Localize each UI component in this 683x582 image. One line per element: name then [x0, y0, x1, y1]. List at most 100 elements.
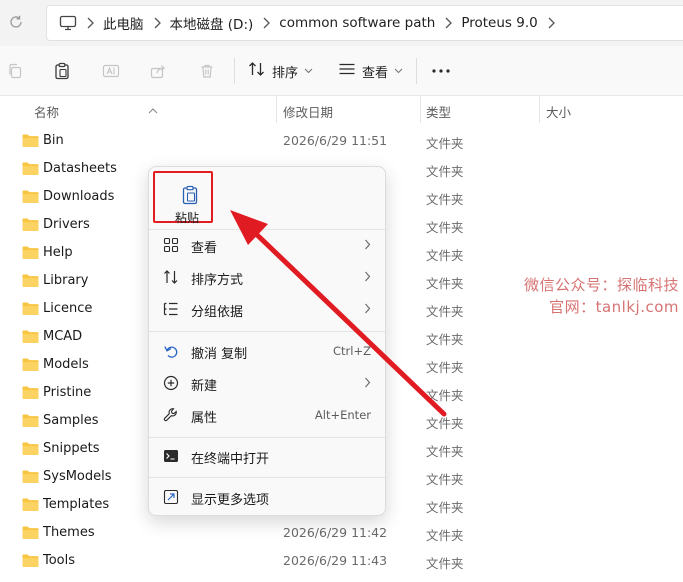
file-type: 文件夹 [426, 276, 464, 291]
folder-icon [22, 442, 39, 455]
chevron-right-icon [364, 239, 371, 254]
menu-item-view[interactable]: 查看 [149, 229, 385, 261]
breadcrumb-local-disk[interactable]: 本地磁盘 (D:) [170, 13, 254, 33]
column-header-date[interactable]: 修改日期 [283, 102, 333, 121]
menu-item-group-by[interactable]: 分组依据 [149, 293, 385, 325]
chevron-right-icon[interactable] [253, 13, 279, 33]
file-type: 文件夹 [426, 500, 464, 515]
paste-label: 粘贴 [175, 211, 200, 225]
file-type: 文件夹 [426, 388, 464, 403]
file-date: 2026/6/29 11:51 [283, 133, 388, 148]
file-name: Downloads [43, 189, 115, 204]
plus-circle-icon [163, 375, 179, 391]
paste-icon[interactable] [51, 60, 73, 82]
menu-item-label: 撤消 复制 [191, 347, 248, 362]
folder-icon [22, 134, 39, 147]
undo-icon [163, 343, 179, 359]
folder-icon [22, 190, 39, 203]
file-type: 文件夹 [426, 304, 464, 319]
menu-item-sort-by[interactable]: 排序方式 [149, 261, 385, 293]
folder-icon [22, 274, 39, 287]
file-type: 文件夹 [426, 220, 464, 235]
file-name: Snippets [43, 441, 100, 456]
breadcrumb-proteus[interactable]: Proteus 9.0 [461, 15, 537, 31]
menu-item-undo-copy[interactable]: 撤消 复制 Ctrl+Z [149, 335, 385, 367]
paste-icon [181, 185, 199, 205]
sort-icon [163, 269, 179, 285]
chevron-down-icon [304, 68, 313, 74]
menu-divider [149, 477, 385, 478]
more-options-icon[interactable] [430, 60, 452, 82]
chevron-right-icon[interactable] [538, 13, 564, 33]
folder-icon [22, 330, 39, 343]
menu-item-new[interactable]: 新建 [149, 367, 385, 399]
menu-item-label: 分组依据 [191, 305, 244, 320]
column-header-name[interactable]: 名称 [34, 102, 59, 121]
file-type: 文件夹 [426, 360, 464, 375]
paste-highlight[interactable]: 粘贴 [153, 171, 213, 225]
breadcrumb-this-pc[interactable]: 此电脑 [103, 13, 144, 33]
file-name: SysModels [43, 469, 112, 484]
sort-button[interactable]: 排序 [248, 60, 313, 82]
file-type: 文件夹 [426, 192, 464, 207]
file-type: 文件夹 [426, 556, 464, 571]
menu-divider [149, 331, 385, 332]
file-row[interactable]: Bin 2026/6/29 11:51 文件夹 [0, 127, 683, 155]
view-icon [338, 61, 356, 81]
file-type: 文件夹 [426, 332, 464, 347]
folder-icon [22, 414, 39, 427]
chevron-right-icon[interactable] [144, 13, 170, 33]
file-name: Tools [43, 553, 76, 568]
column-divider[interactable] [420, 96, 421, 123]
rename-icon[interactable] [100, 60, 122, 82]
copy-icon[interactable] [4, 60, 26, 82]
file-type: 文件夹 [426, 528, 464, 543]
menu-item-label: 新建 [191, 379, 218, 394]
chevron-down-icon [394, 68, 403, 74]
group-icon [163, 301, 179, 317]
view-button[interactable]: 查看 [338, 60, 403, 82]
menu-item-properties[interactable]: 属性 Alt+Enter [149, 399, 385, 431]
shortcut-label: Ctrl+Z [333, 344, 371, 358]
file-name: Pristine [43, 385, 92, 400]
menu-item-open-in-terminal[interactable]: 在终端中打开 [149, 440, 385, 472]
folder-icon [22, 498, 39, 511]
file-name: Templates [43, 497, 110, 512]
file-row[interactable]: Tools 2026/6/29 11:43 文件夹 [0, 547, 683, 575]
file-row[interactable]: Themes 2026/6/29 11:42 文件夹 [0, 519, 683, 547]
folder-icon [22, 218, 39, 231]
address-bar[interactable]: 此电脑 本地磁盘 (D:) common software path Prote… [46, 5, 683, 41]
chevron-right-icon [364, 377, 371, 392]
column-divider[interactable] [539, 96, 540, 123]
file-name: MCAD [43, 329, 83, 344]
computer-icon[interactable] [59, 15, 77, 31]
chevron-right-icon[interactable] [435, 13, 461, 33]
grid-icon [163, 237, 179, 253]
file-name: Library [43, 273, 89, 288]
file-name: Licence [43, 301, 93, 316]
column-header-size[interactable]: 大小 [546, 102, 571, 121]
sort-ascending-icon [148, 102, 158, 117]
file-name: Help [43, 245, 73, 260]
file-type: 文件夹 [426, 416, 464, 431]
file-type: 文件夹 [426, 248, 464, 263]
file-type: 文件夹 [426, 164, 464, 179]
folder-icon [22, 358, 39, 371]
share-icon[interactable] [147, 60, 169, 82]
sort-label: 排序 [272, 65, 299, 81]
column-header-type[interactable]: 类型 [426, 102, 451, 121]
file-name: Drivers [43, 217, 90, 232]
column-divider[interactable] [276, 96, 277, 123]
file-type: 文件夹 [426, 472, 464, 487]
delete-icon[interactable] [196, 60, 218, 82]
menu-item-show-more-options[interactable]: 显示更多选项 [149, 481, 385, 513]
expand-icon [163, 489, 179, 505]
watermark-wechat: 微信公众号：探临科技 [523, 276, 679, 294]
refresh-icon[interactable] [6, 12, 26, 32]
chevron-right-icon [364, 303, 371, 318]
file-name: Themes [43, 525, 95, 540]
wrench-icon [163, 407, 179, 423]
breadcrumb-common-software-path[interactable]: common software path [279, 15, 435, 31]
view-label: 查看 [362, 65, 389, 81]
chevron-right-icon[interactable] [77, 13, 103, 33]
